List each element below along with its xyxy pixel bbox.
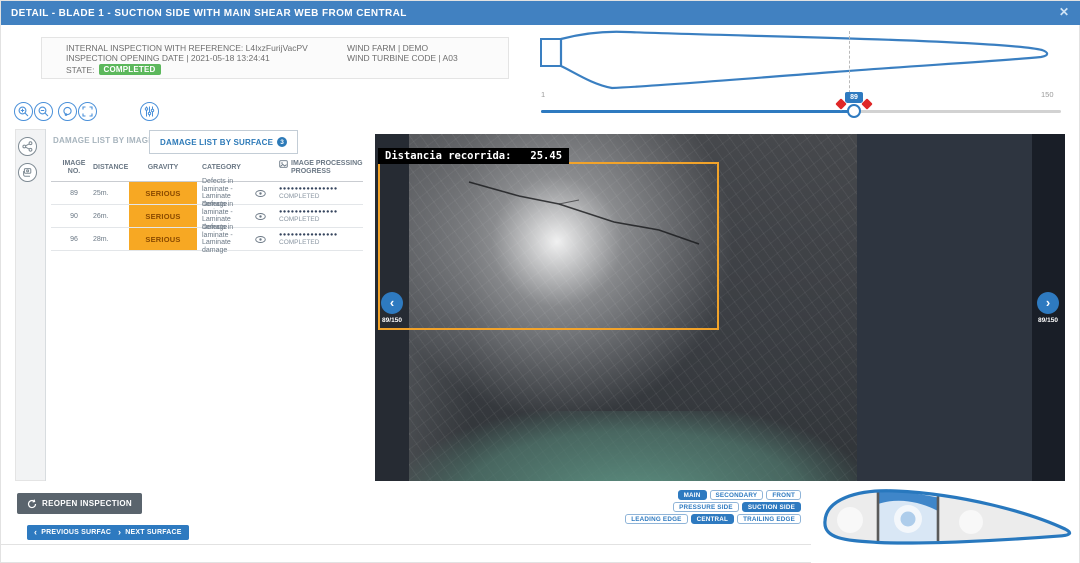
status-badge: COMPLETED [99, 64, 161, 75]
damage-bounding-box [378, 162, 719, 330]
header-gravity: GRAVITY [129, 154, 197, 181]
next-surface-button[interactable]: › NEXT SURFACE [111, 525, 189, 540]
inspection-info-panel: INTERNAL INSPECTION WITH REFERENCE: L4Ix… [41, 37, 509, 79]
blade-position-panel: 1 150 89 [536, 28, 1066, 123]
slider-fill [541, 110, 849, 113]
slider-value-tooltip: 89 [845, 92, 863, 103]
detail-modal: DETAIL - BLADE 1 - SUCTION SIDE WITH MAI… [0, 0, 1080, 563]
progress-status: COMPLETED [279, 216, 389, 223]
selected-cell-marker[interactable] [901, 512, 916, 527]
viewer-empty-panel [857, 134, 1032, 481]
airfoil-diagram [811, 483, 1079, 563]
surface-picker: MAIN SECONDARY FRONT PRESSURE SIDE SUCTI… [601, 490, 801, 524]
tab-count-badge: 3 [277, 137, 287, 147]
layers-icon [22, 167, 33, 178]
progress-status: COMPLETED [279, 239, 389, 246]
close-icon[interactable]: ✕ [1059, 5, 1069, 19]
cell-distance: 26m. [93, 205, 133, 227]
slider-thumb[interactable] [847, 104, 861, 118]
image-counter: 89/150 [377, 317, 407, 324]
surface-button-suction-side[interactable]: SUCTION SIDE [742, 502, 801, 512]
image-counter: 89/150 [1033, 317, 1063, 324]
tab-damage-list-by-surface[interactable]: DAMAGE LIST BY SURFACE 3 [149, 130, 298, 154]
chevron-right-icon: › [118, 528, 121, 537]
wind-turbine-code: WIND TURBINE CODE | A03 [347, 54, 458, 64]
slider-min-label: 1 [541, 90, 545, 99]
progress-dots: ●●●●●●●●●●●●●●● [279, 209, 389, 215]
surface-button-pressure-side[interactable]: PRESSURE SIDE [673, 502, 739, 512]
state-label: STATE: [66, 65, 95, 75]
chevron-left-icon: ‹ [34, 528, 37, 537]
surface-button-front[interactable]: FRONT [766, 490, 801, 500]
previous-image-button[interactable]: ‹ [381, 292, 403, 314]
inspection-image-viewer: Distancia recorrida: 25.45 ‹ 89/150 › 89… [375, 134, 1065, 481]
rail-divider [45, 129, 46, 481]
damage-marker-icon[interactable] [861, 98, 872, 109]
progress-dots: ●●●●●●●●●●●●●●● [279, 232, 389, 238]
cell-marker[interactable] [837, 507, 863, 533]
surface-button-main[interactable]: MAIN [678, 490, 707, 500]
surface-button-secondary[interactable]: SECONDARY [710, 490, 764, 500]
previous-surface-button[interactable]: ‹ PREVIOUS SURFACE [27, 525, 123, 540]
eye-icon [255, 190, 266, 197]
header-distance: DISTANCE [93, 154, 133, 181]
tab-label: DAMAGE LIST BY SURFACE [160, 138, 273, 147]
view-damage-button[interactable] [252, 205, 268, 227]
header-category: CATEGORY [202, 154, 250, 181]
cell-category: Defects in laminate - Laminate damage [202, 228, 250, 250]
cell-image-no: 96 [59, 228, 89, 250]
distance-value: 25.45 [530, 150, 562, 162]
damage-table: IMAGENO. DISTANCE GRAVITY CATEGORY IMAGE… [51, 154, 363, 251]
page-title: DETAIL - BLADE 1 - SUCTION SIDE WITH MAI… [1, 8, 407, 19]
gravity-badge: SERIOUS [129, 182, 197, 204]
cell-image-no: 90 [59, 205, 89, 227]
zoom-out-button[interactable] [34, 102, 53, 121]
view-damage-button[interactable] [252, 182, 268, 204]
slider-max-label: 150 [1041, 90, 1054, 99]
surface-button-central[interactable]: CENTRAL [691, 514, 734, 524]
view-damage-button[interactable] [252, 228, 268, 250]
fullscreen-button[interactable] [78, 102, 97, 121]
layers-button[interactable] [18, 163, 37, 182]
reset-view-button[interactable] [58, 102, 77, 121]
share-icon [22, 141, 33, 152]
cell-marker[interactable] [959, 510, 983, 534]
progress-status: COMPLETED [279, 193, 389, 200]
inspection-opening-date: INSPECTION OPENING DATE | 2021-05-18 13:… [66, 54, 308, 64]
cell-distance: 25m. [93, 182, 133, 204]
zoom-out-icon [38, 106, 49, 117]
gravity-badge: SERIOUS [129, 205, 197, 227]
gravity-badge: SERIOUS [129, 228, 197, 250]
cell-image-no: 89 [59, 182, 89, 204]
chevron-right-icon: › [1046, 296, 1050, 309]
filter-sliders-icon [144, 106, 155, 117]
eye-icon [255, 236, 266, 243]
progress-dots: ●●●●●●●●●●●●●●● [279, 186, 389, 192]
surface-button-leading-edge[interactable]: LEADING EDGE [625, 514, 687, 524]
modal-titlebar: DETAIL - BLADE 1 - SUCTION SIDE WITH MAI… [1, 1, 1080, 25]
viewer-side-rail [15, 129, 45, 481]
zoom-in-icon [18, 106, 29, 117]
cell-distance: 28m. [93, 228, 133, 250]
filter-button[interactable] [140, 102, 159, 121]
distance-overlay: Distancia recorrida: 25.45 [378, 148, 569, 164]
table-row[interactable]: 96 28m. SERIOUS Defects in laminate - La… [51, 228, 363, 251]
reopen-inspection-button[interactable]: REOPEN INSPECTION [17, 493, 142, 514]
fullscreen-icon [82, 106, 93, 117]
surface-button-trailing-edge[interactable]: TRAILING EDGE [737, 514, 801, 524]
share-button[interactable] [18, 137, 37, 156]
zoom-in-button[interactable] [14, 102, 33, 121]
refresh-icon [27, 499, 37, 509]
next-image-button[interactable]: › [1037, 292, 1059, 314]
eye-icon [255, 213, 266, 220]
reset-view-icon [62, 106, 73, 117]
image-position-slider[interactable]: 89 [541, 110, 1061, 113]
image-icon [279, 160, 288, 168]
blade-outline-diagram [536, 28, 1066, 96]
chevron-left-icon: ‹ [390, 296, 394, 309]
airfoil-cross-section [811, 483, 1079, 563]
tab-label: DAMAGE LIST BY IMAGE [53, 136, 154, 145]
